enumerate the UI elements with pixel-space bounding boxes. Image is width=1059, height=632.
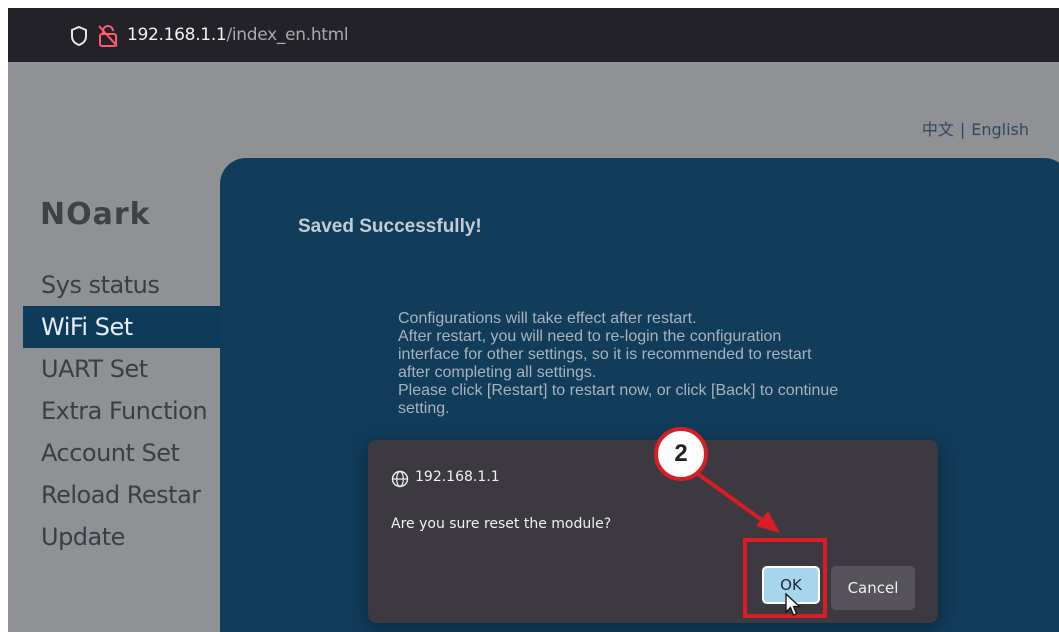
sidebar-item-wifi-set[interactable]: WiFi Set	[23, 306, 228, 348]
sidebar-item-reload-restart[interactable]: Reload Restar	[23, 474, 228, 516]
sidebar-item-update[interactable]: Update	[23, 516, 228, 558]
language-switcher: 中文 | English	[922, 116, 1029, 140]
noark-logo: NOark	[40, 197, 151, 232]
lang-separator: |	[959, 120, 966, 139]
url-text[interactable]: 192.168.1.1/index_en.html	[127, 22, 349, 48]
step-number-badge: 2	[654, 427, 708, 481]
sidebar-item-uart-set[interactable]: UART Set	[23, 348, 228, 390]
lang-english-link[interactable]: English	[971, 120, 1029, 139]
sidebar-item-sys-status[interactable]: Sys status	[23, 264, 228, 306]
sidebar-item-account-set[interactable]: Account Set	[23, 432, 228, 474]
url-host: 192.168.1.1	[127, 25, 227, 45]
globe-icon	[391, 470, 409, 488]
svg-text:NOark: NOark	[40, 197, 151, 232]
mouse-cursor-icon	[785, 592, 802, 616]
message-line: Configurations will take effect after re…	[398, 310, 697, 327]
sidebar-item-extra-function[interactable]: Extra Function	[23, 390, 228, 432]
dialog-host: 192.168.1.1	[415, 469, 500, 485]
address-bar[interactable]: 192.168.1.1/index_en.html	[8, 8, 1059, 62]
message-line: interface for other settings, so it is r…	[398, 346, 812, 363]
cancel-button[interactable]: Cancel	[831, 566, 915, 610]
sidebar-nav: Sys status WiFi Set UART Set Extra Funct…	[23, 264, 228, 558]
lock-icon[interactable]	[97, 24, 119, 48]
message-line: after completing all settings.	[398, 364, 597, 381]
url-path: /index_en.html	[226, 25, 349, 45]
logo: NOark	[40, 196, 180, 240]
panel-title: Saved Successfully!	[298, 216, 482, 237]
confirm-dialog: 192.168.1.1 Are you sure reset the modul…	[368, 440, 938, 623]
message-line: Please click [Restart] to restart now, o…	[398, 382, 839, 399]
message-line: setting.	[398, 400, 450, 417]
browser-window: 192.168.1.1/index_en.html 中文 | English NOa…	[8, 8, 1059, 632]
message-line: After restart, you will need to re-login…	[398, 328, 782, 345]
panel-message: Configurations will take effect after re…	[398, 310, 918, 418]
lang-chinese-link[interactable]: 中文	[922, 120, 954, 139]
dialog-message: Are you sure reset the module?	[391, 516, 612, 532]
shield-icon[interactable]	[69, 25, 89, 47]
